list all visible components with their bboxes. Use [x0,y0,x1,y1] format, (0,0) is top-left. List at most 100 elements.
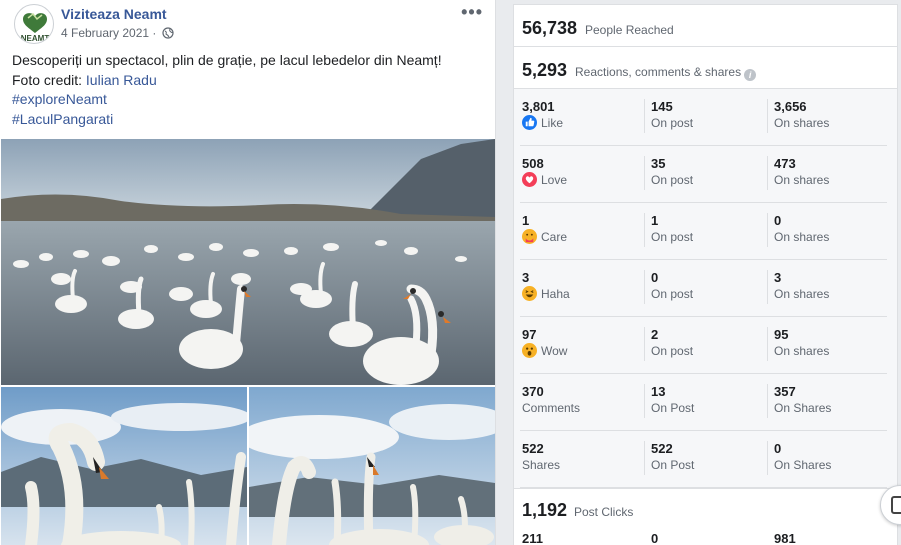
on-shares-label: On Shares [774,401,832,415]
neamt-logo-icon: NEAMȚ [21,12,49,43]
total-label: Like [541,116,564,130]
on-post-label: On Post [651,458,695,472]
insights-row: 1 Care 1 On post 0 On shares [514,203,897,260]
people-reached-value: 56,738 [522,18,578,38]
total-value: 370 [522,384,544,399]
clicks-sub-value: 981 [774,531,796,545]
on-post-cell: 1 On post [644,213,693,247]
total-cell: 508 Love [522,156,567,188]
on-shares-label: On shares [774,344,830,358]
post-text: Descoperiți un spectacol, plin de grație… [12,51,482,129]
post-clicks-breakdown: 211 0 981 [514,528,897,545]
post-clicks-label: Post Clicks [574,505,634,519]
on-shares-cell: 3,656 On shares [767,99,829,133]
engagement-value: 5,293 [522,60,568,80]
insights-row: 508 Love 35 On post 473 On shares [514,146,897,203]
total-value: 1 [522,213,530,228]
love-icon [522,172,537,187]
clicks-sub-value: 0 [651,531,659,545]
on-shares-label: On shares [774,173,830,187]
total-value: 97 [522,327,537,342]
on-post-label: On post [651,230,694,244]
on-post-label: On post [651,116,694,130]
on-post-cell: 522 On Post [644,441,694,475]
post-clicks-value: 1,192 [522,500,568,520]
on-shares-value: 473 [774,156,796,171]
on-shares-value: 3,656 [774,99,807,114]
people-reached-row: 56,738 People Reached [514,5,897,47]
page-avatar[interactable]: NEAMȚ [14,4,54,44]
post-text-line: Descoperiți un spectacol, plin de grație… [12,52,442,68]
post-clicks-row: 1,192 Post Clicks [514,488,897,528]
info-icon[interactable]: i [744,69,757,81]
post-date-text: 4 February 2021 [61,26,150,40]
like-icon [522,115,537,130]
care-icon [522,229,537,244]
on-post-label: On post [651,173,694,187]
on-post-label: On post [651,344,694,358]
hashtag-lacul-pangarati[interactable]: #LaculPangarati [12,110,482,130]
page-name-link[interactable]: Viziteaza Neamt [61,6,167,22]
total-label-wrap: Like [522,115,563,131]
on-post-value: 145 [651,99,673,114]
total-label-wrap: Haha [522,286,570,302]
on-post-cell: 2 On post [644,327,693,361]
on-post-cell: 0 On post [644,270,693,304]
more-options-icon[interactable]: ••• [461,2,483,23]
compose-icon [891,496,901,514]
total-label-wrap: Love [522,172,567,188]
total-cell: 3 Haha [522,270,570,302]
on-shares-label: On shares [774,230,830,244]
on-shares-value: 0 [774,441,782,456]
on-post-value: 1 [651,213,659,228]
on-shares-value: 357 [774,384,796,399]
total-label: Shares [522,458,561,472]
insights-row: 3,801 Like 145 On post 3,656 On shares [514,89,897,146]
on-post-value: 522 [651,441,673,456]
total-label-wrap: Care [522,229,567,245]
total-value: 508 [522,156,544,171]
total-cell: 97 Wow [522,327,567,359]
hashtag-explore-neamt[interactable]: #exploreNeamt [12,90,482,110]
credit-prefix: Foto credit: [12,71,86,88]
on-post-cell: 13 On Post [644,384,694,418]
on-post-label: On post [651,287,694,301]
on-post-label: On Post [651,401,695,415]
credit-name-link[interactable]: Iulian Radu [86,72,157,88]
total-label: Wow [541,344,568,358]
engagement-label: Reactions, comments & shares [575,65,742,79]
haha-icon [522,286,537,301]
swans-photo-main[interactable] [1,139,495,385]
on-post-cell: 145 On post [644,99,693,133]
on-shares-cell: 0 On shares [767,213,829,247]
wow-icon [522,343,537,358]
on-post-value: 13 [651,384,666,399]
total-label-wrap: Comments [522,400,580,416]
swans-photo-bottom-left[interactable] [1,387,247,545]
clicks-sub-value: 211 [522,531,543,545]
total-label-wrap: Shares [522,457,560,473]
post-header: NEAMȚ Viziteaza Neamt 4 February 2021 · … [12,2,492,46]
total-label: Love [541,173,568,187]
post-insights-panel: 56,738 People Reached 5,293 Reactions, c… [513,4,898,545]
on-shares-cell: 95 On shares [767,327,829,361]
swans-photo-bottom-right[interactable] [249,387,495,545]
total-label: Care [541,230,568,244]
insights-row: 97 Wow 2 On post 95 On shares [514,317,897,374]
total-label: Comments [522,401,581,415]
on-shares-cell: 473 On shares [767,156,829,190]
facebook-post: NEAMȚ Viziteaza Neamt 4 February 2021 · … [0,0,496,545]
engagement-row: 5,293 Reactions, comments & shares i [514,47,897,89]
engagement-label-wrap: Reactions, comments & shares i [575,65,757,81]
on-shares-value: 3 [774,270,782,285]
insights-row: 370 Comments 13 On Post 357 On Shares [514,374,897,431]
total-value: 522 [522,441,544,456]
on-shares-cell: 3 On shares [767,270,829,304]
total-label-wrap: Wow [522,343,567,359]
people-reached-label: People Reached [585,23,674,37]
on-post-value: 35 [651,156,666,171]
reactions-breakdown-grid: 3,801 Like 145 On post 3,656 On shares 508 Love… [514,89,897,488]
on-shares-cell: 0 On Shares [767,441,831,475]
photo-credit: Foto credit: Iulian Radu [12,71,482,91]
post-date[interactable]: 4 February 2021 · [61,26,174,40]
